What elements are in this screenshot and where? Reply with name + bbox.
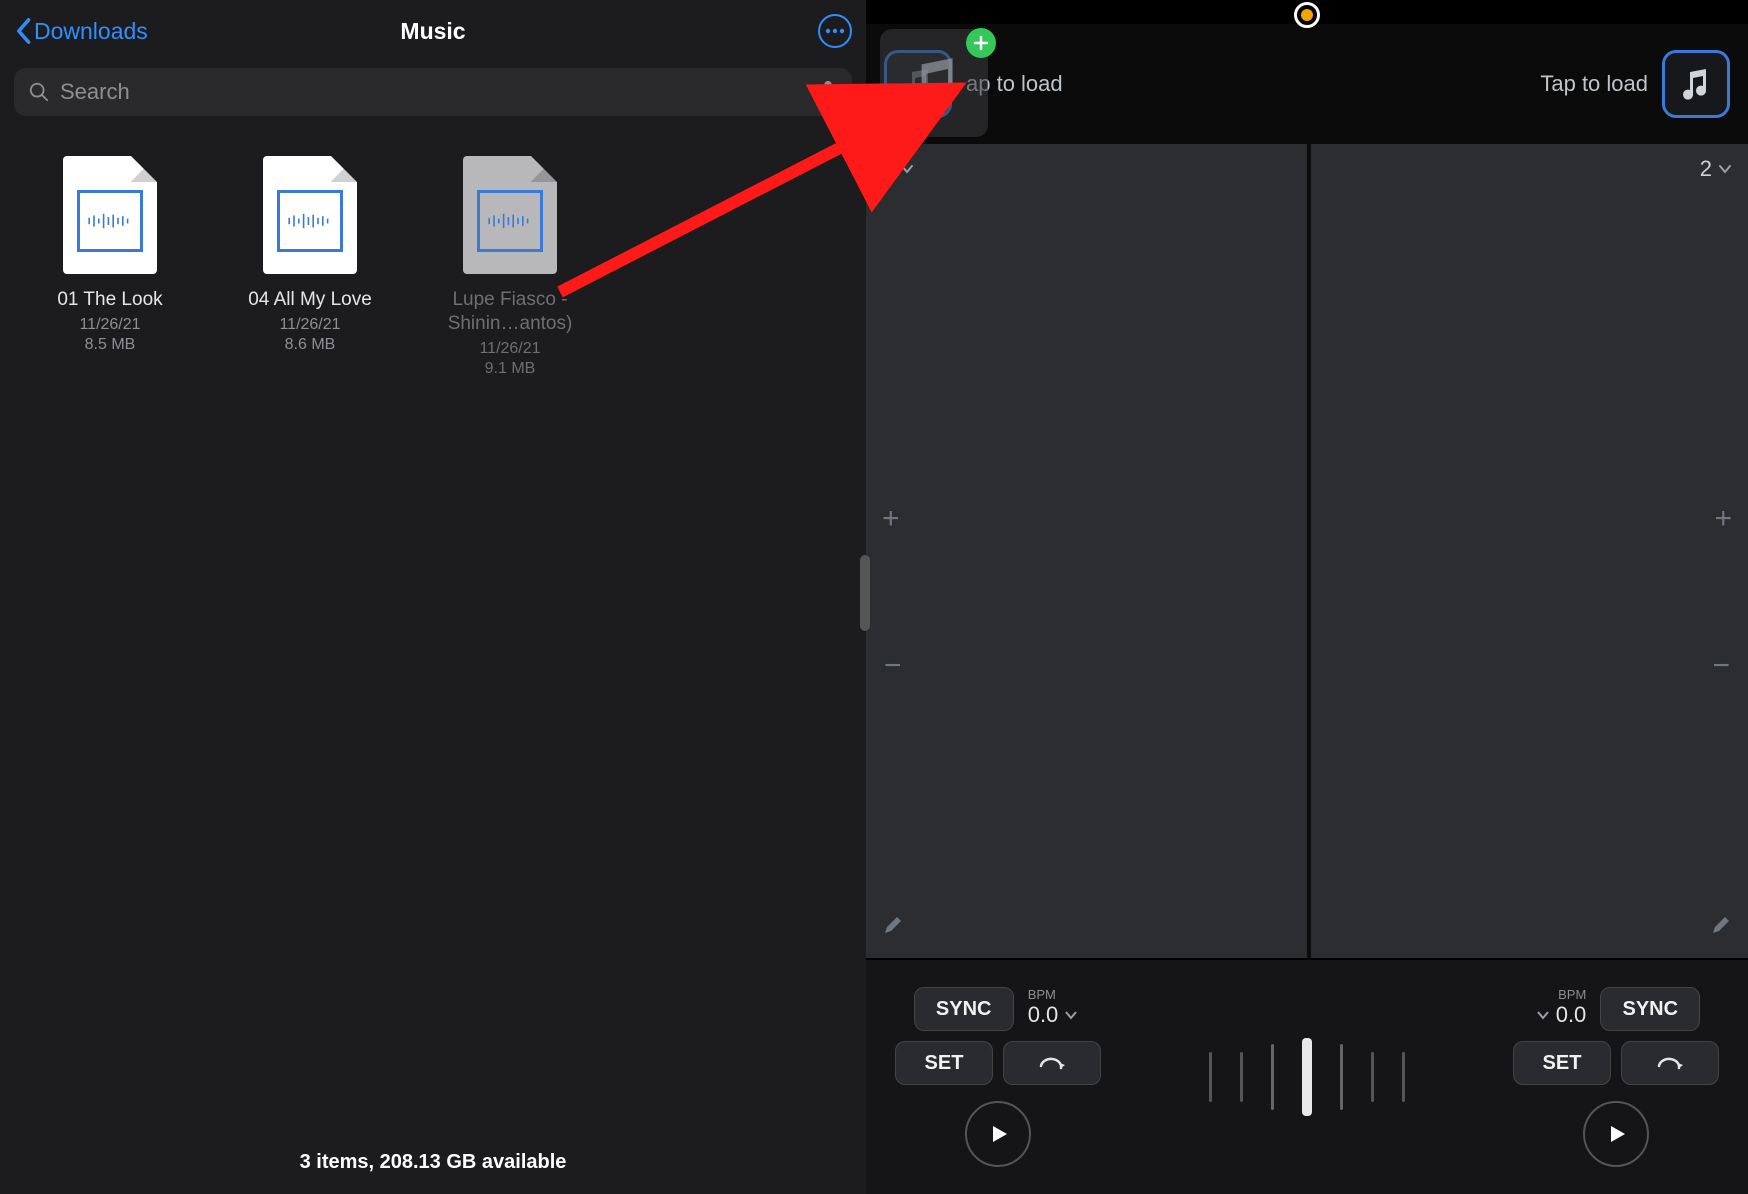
edit-button[interactable]: [1710, 910, 1732, 944]
deck-number-left[interactable]: 1: [882, 156, 914, 182]
minus-icon[interactable]: −: [1712, 649, 1730, 683]
search-field[interactable]: [14, 68, 852, 116]
file-name: 04 All My Love: [248, 288, 372, 312]
plus-icon: [973, 35, 989, 51]
file-name: Lupe Fiasco - Shinin…antos): [425, 288, 595, 336]
crossfader-knob[interactable]: [1302, 1038, 1312, 1116]
status-bar: 3 items, 208.13 GB available: [0, 1130, 866, 1194]
audio-file-icon: [263, 156, 357, 274]
deck-right[interactable]: 2 + −: [1307, 144, 1748, 958]
search-icon: [28, 81, 50, 103]
search-input[interactable]: [60, 79, 808, 105]
more-button[interactable]: [818, 14, 852, 48]
ellipsis-icon: [825, 28, 845, 34]
back-label: Downloads: [34, 18, 148, 45]
crossfader-tick: [1209, 1052, 1212, 1102]
file-item-dragged[interactable]: Lupe Fiasco - Shinin…antos) 11/26/21 9.1…: [410, 156, 610, 378]
load-label-right: Tap to load: [1540, 71, 1648, 97]
plus-icon[interactable]: +: [1714, 502, 1732, 536]
pencil-icon: [1710, 914, 1732, 936]
nav-bar: Downloads Music: [0, 0, 866, 62]
edit-button[interactable]: [882, 910, 904, 944]
play-icon: [1604, 1122, 1628, 1146]
play-button-left[interactable]: [965, 1101, 1031, 1167]
audio-file-icon: [63, 156, 157, 274]
sync-button-right[interactable]: SYNC: [1600, 987, 1700, 1031]
redo-icon: [1655, 1052, 1685, 1074]
crossfader-tick: [1340, 1044, 1343, 1110]
file-item[interactable]: 01 The Look 11/26/21 8.5 MB: [10, 156, 210, 354]
file-size: 9.1 MB: [485, 360, 536, 378]
bpm-value-right: 0.0: [1556, 1002, 1587, 1028]
chevron-down-icon: [1718, 162, 1732, 176]
crossfader-tick: [1402, 1052, 1405, 1102]
bpm-label: BPM: [1028, 987, 1056, 1002]
file-date: 11/26/21: [279, 316, 340, 334]
file-item[interactable]: 04 All My Love 11/26/21 8.6 MB: [210, 156, 410, 354]
loop-button-right[interactable]: [1621, 1041, 1719, 1085]
set-button-left[interactable]: SET: [895, 1041, 993, 1085]
plus-icon[interactable]: +: [882, 502, 900, 536]
sync-button-left[interactable]: SYNC: [914, 987, 1014, 1031]
load-row: ap to load Tap to load: [866, 24, 1748, 144]
music-note-icon: [903, 52, 965, 114]
file-size: 8.5 MB: [85, 336, 136, 354]
bpm-right[interactable]: BPM 0.0: [1532, 987, 1591, 1031]
load-well-right[interactable]: [1662, 50, 1730, 118]
decks: 1 + − 2 + −: [866, 144, 1748, 958]
crossfader-tick: [1240, 1052, 1243, 1102]
dj-pane: ap to load Tap to load 1 + − 2: [866, 0, 1748, 1194]
play-button-right[interactable]: [1583, 1101, 1649, 1167]
file-name: 01 The Look: [57, 288, 162, 312]
file-size: 8.6 MB: [285, 336, 336, 354]
mic-icon[interactable]: [818, 79, 838, 105]
bpm-left[interactable]: BPM 0.0: [1024, 987, 1083, 1031]
chevron-down-icon: [1064, 1008, 1078, 1022]
controls: SYNC BPM 0.0 SET: [866, 958, 1748, 1194]
split-handle[interactable]: [860, 555, 870, 631]
loop-button-left[interactable]: [1003, 1041, 1101, 1085]
chevron-left-icon: [14, 17, 32, 45]
back-button[interactable]: Downloads: [14, 17, 148, 45]
crossfader[interactable]: [1118, 960, 1496, 1194]
record-indicator-icon[interactable]: [1294, 2, 1320, 28]
deck-number-right[interactable]: 2: [1700, 156, 1732, 182]
crossfader-tick: [1271, 1044, 1274, 1110]
audio-file-icon: [463, 156, 557, 274]
top-strip: [866, 0, 1748, 24]
pencil-icon: [882, 914, 904, 936]
minus-icon[interactable]: −: [884, 649, 902, 683]
add-badge: [966, 28, 996, 58]
set-button-right[interactable]: SET: [1513, 1041, 1611, 1085]
redo-icon: [1037, 1052, 1067, 1074]
chevron-down-icon: [1536, 1008, 1550, 1022]
file-date: 11/26/21: [79, 316, 140, 334]
search-row: [0, 62, 866, 126]
bpm-value-left: 0.0: [1028, 1002, 1059, 1028]
bpm-label: BPM: [1558, 987, 1586, 1002]
controls-right: BPM 0.0 SYNC SET: [1496, 987, 1736, 1167]
chevron-down-icon: [900, 162, 914, 176]
files-pane: Downloads Music 01 The Look 11/26/21 8.5…: [0, 0, 866, 1194]
file-grid: 01 The Look 11/26/21 8.5 MB 04 All My Lo…: [0, 126, 866, 1130]
play-icon: [986, 1122, 1010, 1146]
music-note-icon: [1676, 64, 1716, 104]
crossfader-tick: [1371, 1052, 1374, 1102]
file-date: 11/26/21: [479, 340, 540, 358]
controls-left: SYNC BPM 0.0 SET: [878, 987, 1118, 1167]
deck-left[interactable]: 1 + −: [866, 144, 1307, 958]
